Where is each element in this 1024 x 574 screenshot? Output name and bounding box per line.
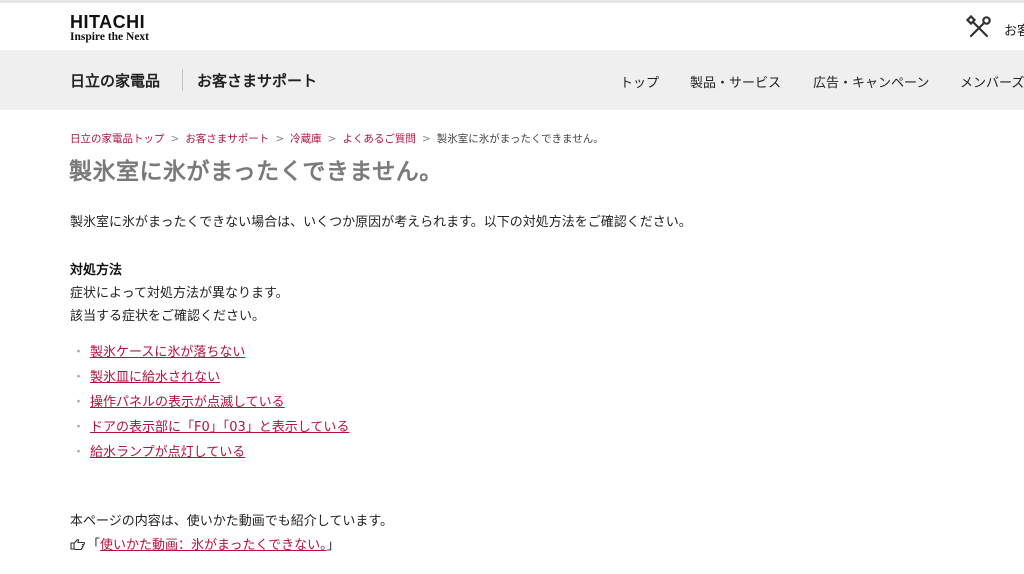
quote-close: 」	[326, 538, 340, 553]
breadcrumb-separator: >	[170, 133, 180, 145]
symptom-link-water-lamp[interactable]: 給水ランプが点灯している	[90, 445, 245, 460]
list-item: ・ドアの表示部に「F0」「03」と表示している	[72, 416, 349, 441]
symptom-link-no-water-supply[interactable]: 製氷皿に給水されない	[90, 370, 220, 385]
logo-tagline: Inspire the Next	[70, 31, 150, 43]
nav-item-products[interactable]: 製品・サービス	[690, 72, 781, 91]
breadcrumb-item[interactable]: 日立の家電品トップ	[70, 133, 165, 145]
customer-support-link[interactable]: お客	[1004, 20, 1024, 39]
intro-text: 製氷室に氷がまったくできない場合は、いくつか原因が考えられます。以下の対処方法を…	[70, 215, 692, 230]
nav-brand-support[interactable]: お客さまサポート	[197, 70, 317, 91]
bullet: ・	[72, 345, 86, 360]
bullet: ・	[72, 395, 86, 410]
nav-item-top[interactable]: トップ	[620, 72, 659, 91]
video-intro-text: 本ページの内容は、使いかた動画でも紹介しています。	[70, 514, 394, 529]
list-item: ・製氷ケースに氷が落ちない	[72, 341, 349, 366]
symptom-link-list: ・製氷ケースに氷が落ちない ・製氷皿に給水されない ・操作パネルの表示が点滅して…	[72, 341, 349, 466]
list-item: ・操作パネルの表示が点滅している	[72, 391, 349, 416]
nav-brand-appliances[interactable]: 日立の家電品	[70, 70, 160, 91]
breadcrumb-separator: >	[327, 133, 337, 145]
quote-open: 「	[87, 538, 101, 553]
site-header: HITACHI Inspire the Next お客	[0, 3, 1024, 50]
bullet: ・	[72, 420, 86, 435]
nav-item-members[interactable]: メンバーズ	[960, 72, 1024, 91]
bullet: ・	[72, 445, 86, 460]
symptom-link-error-code[interactable]: ドアの表示部に「F0」「03」と表示している	[90, 420, 349, 435]
breadcrumb-item[interactable]: お客さまサポート	[185, 133, 269, 145]
tools-icon[interactable]	[966, 15, 992, 41]
breadcrumb-separator: >	[421, 133, 431, 145]
video-link[interactable]: 使いかた動画：氷がまったくできない。	[100, 538, 327, 553]
symptom-link-panel-blinking[interactable]: 操作パネルの表示が点滅している	[90, 395, 285, 410]
nav-divider	[182, 69, 183, 91]
breadcrumb: 日立の家電品トップ > お客さまサポート > 冷蔵庫 > よくあるご質問 > 製氷室に氷がまった…	[70, 131, 604, 146]
global-nav: 日立の家電品 お客さまサポート トップ 製品・サービス 広告・キャンペーン メン…	[0, 50, 1024, 110]
page-title: 製氷室に氷がまったくできません。	[69, 159, 443, 185]
logo-wordmark: HITACHI	[70, 12, 146, 32]
pointing-hand-icon	[70, 538, 85, 550]
nav-item-campaigns[interactable]: 広告・キャンペーン	[813, 72, 929, 91]
hitachi-logo[interactable]: HITACHI Inspire the Next	[70, 13, 149, 44]
bullet: ・	[72, 370, 86, 385]
symptom-link-not-dropping[interactable]: 製氷ケースに氷が落ちない	[90, 345, 245, 360]
breadcrumb-item[interactable]: よくあるご質問	[342, 133, 416, 145]
method-description: 症状によって対処方法が異なります。	[70, 286, 289, 301]
list-item: ・製氷皿に給水されない	[72, 366, 349, 391]
video-link-line: 「使いかた動画：氷がまったくできない。」	[70, 534, 340, 553]
breadcrumb-item[interactable]: 冷蔵庫	[290, 133, 322, 145]
method-heading: 対処方法	[70, 263, 123, 278]
method-instruction: 該当する症状をご確認ください。	[70, 309, 266, 324]
breadcrumb-current: 製氷室に氷がまったくできません。	[436, 133, 604, 145]
list-item: ・給水ランプが点灯している	[72, 441, 349, 466]
breadcrumb-separator: >	[275, 133, 285, 145]
